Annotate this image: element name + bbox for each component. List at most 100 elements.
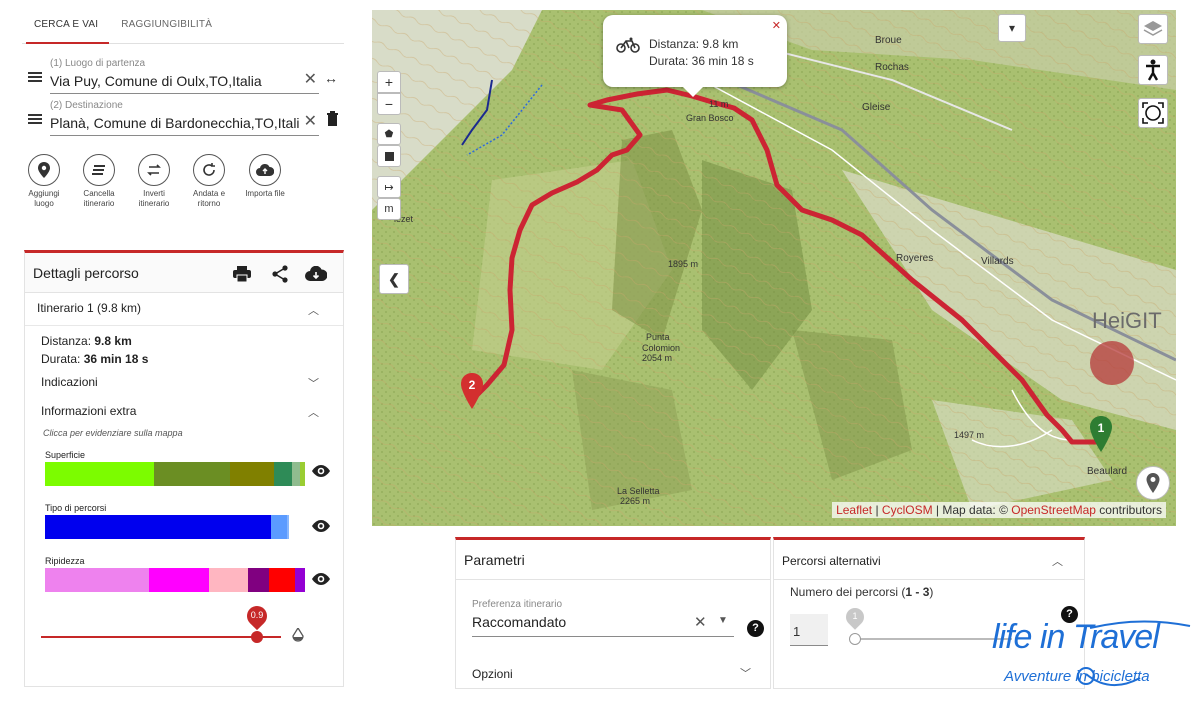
trash-icon[interactable] (326, 110, 339, 129)
fullscreen-button[interactable] (1138, 98, 1168, 128)
slider-track (852, 638, 1012, 640)
swap-locations-icon[interactable]: ↔ (324, 70, 338, 86)
import-file-label: Importa file (245, 189, 285, 198)
openstreetmap-link[interactable]: OpenStreetMap (1011, 503, 1096, 517)
eye-icon[interactable] (311, 572, 331, 592)
round-trip-icon (193, 154, 225, 186)
bar-segment[interactable] (154, 462, 230, 486)
reverse-icon (138, 154, 170, 186)
map-options-button[interactable]: ▾ (998, 14, 1026, 42)
chevron-up-icon[interactable]: ︿ (308, 302, 319, 318)
dropdown-arrow-icon[interactable]: ▼ (718, 615, 728, 626)
chevron-up-icon[interactable]: ︿ (1052, 553, 1063, 569)
chevron-down-icon[interactable]: ﹀ (740, 665, 751, 681)
place-royeres: Royeres (896, 253, 934, 264)
bar-segment[interactable] (208, 568, 248, 592)
route-search-panel: CERCA E VAI RAGGIUNGIBILITÀ (1) Luogo di… (22, 10, 344, 246)
clear-route-button[interactable]: Cancella itinerario (71, 154, 127, 209)
start-location-value[interactable]: Via Puy, Comune di Oulx,TO,Italia (50, 73, 300, 89)
slider-thumb[interactable] (849, 633, 861, 645)
details-header: Dettagli percorso (25, 253, 343, 293)
surface-bar[interactable] (45, 462, 305, 486)
parameters-panel: Parametri Preferenza itinerario Raccoman… (455, 537, 771, 689)
help-icon[interactable]: ? (747, 620, 764, 637)
measure-button[interactable]: ↦ (377, 176, 401, 198)
bar-segment[interactable] (271, 515, 287, 539)
zoom-out-button[interactable]: − (377, 93, 401, 115)
alternative-routes-header[interactable]: Percorsi alternativi ︿ (774, 540, 1084, 580)
route-preference-select[interactable]: Preferenza itinerario Raccomandato ✕ ▼ (472, 599, 734, 637)
clear-preference-icon[interactable]: ✕ (694, 613, 707, 631)
route-actions: Aggiungi luogo Cancella itinerario Inverti… (22, 154, 344, 224)
tab-raggiungibilita[interactable]: RAGGIUNGIBILITÀ (109, 10, 223, 43)
options-label[interactable]: Opzioni (472, 667, 513, 681)
chevron-up-icon[interactable]: ︿ (308, 404, 319, 420)
accessibility-button[interactable] (1138, 55, 1168, 85)
drag-handle-icon[interactable] (28, 72, 42, 82)
my-location-button[interactable] (1136, 466, 1170, 500)
reverse-route-button[interactable]: Inverti itinerario (126, 154, 182, 209)
extra-info-label: Informazioni extra (41, 404, 137, 418)
distance-label: Distanza: (41, 334, 92, 348)
bar-segment[interactable] (45, 462, 155, 486)
steepness-bar-label: Ripidezza (45, 556, 85, 566)
share-icon[interactable] (269, 263, 291, 285)
pentagon-icon: ⬟ (384, 128, 394, 140)
start-marker[interactable]: 1 (1089, 416, 1113, 452)
path-type-bar[interactable] (45, 515, 305, 539)
bar-segment[interactable] (45, 568, 149, 592)
bar-segment[interactable] (247, 568, 269, 592)
start-location-field[interactable]: (1) Luogo di partenza Via Puy, Comune di… (50, 58, 319, 94)
clear-destination-icon[interactable]: ✕ (304, 114, 317, 130)
attribution-sep-1: | (872, 503, 882, 517)
chevron-down-icon[interactable]: ﹀ (308, 375, 319, 391)
distance-row: Distanza: 9.8 km (41, 334, 359, 348)
location-pin-icon (28, 154, 60, 186)
add-place-button[interactable]: Aggiungi luogo (16, 154, 72, 209)
download-cloud-icon[interactable] (305, 263, 327, 285)
layers-button[interactable] (1138, 14, 1168, 44)
directions-label: Indicazioni (41, 375, 98, 389)
route-count-input[interactable]: 1 (790, 614, 828, 646)
smoothing-slider[interactable]: 0.9 (41, 601, 291, 643)
bar-segment[interactable] (45, 515, 272, 539)
drag-handle-icon[interactable] (28, 114, 42, 124)
bar-segment[interactable] (273, 462, 292, 486)
bar-segment[interactable] (286, 515, 290, 539)
draw-polygon-button[interactable]: ⬟ (377, 123, 401, 145)
eye-icon[interactable] (311, 464, 331, 484)
route-count-range: 1 - 3 (905, 585, 930, 599)
bar-segment[interactable] (149, 568, 209, 592)
eye-icon[interactable] (311, 519, 331, 539)
leaflet-link[interactable]: Leaflet (836, 503, 872, 517)
layers-icon (1143, 21, 1163, 36)
map-view[interactable]: Broue Rochas Gleise Royeres Villards Bea… (372, 10, 1176, 526)
destination-value[interactable]: Planà, Comune di Bardonecchia,TO,Italia (50, 115, 300, 131)
draw-rectangle-button[interactable] (377, 145, 401, 167)
close-popup-icon[interactable]: ✕ (772, 19, 781, 32)
steepness-bar[interactable] (45, 568, 305, 592)
person-icon (1146, 59, 1160, 81)
bar-segment[interactable] (229, 462, 274, 486)
bar-segment[interactable] (291, 462, 300, 486)
distance-value: 9.8 km (94, 334, 132, 348)
bar-segment[interactable] (268, 568, 295, 592)
bar-segment[interactable] (299, 462, 305, 486)
end-marker[interactable]: 2 (460, 373, 484, 409)
round-trip-button[interactable]: Andata e ritorno (181, 154, 237, 209)
collapse-sidebar-button[interactable]: ❮ (379, 264, 409, 294)
bar-segment[interactable] (294, 568, 305, 592)
zoom-in-button[interactable]: + (377, 71, 401, 93)
measure-unit-button[interactable]: m (377, 198, 401, 220)
print-icon[interactable] (231, 263, 253, 285)
parameters-header: Parametri (456, 540, 770, 580)
elevation-1895: 1895 m (668, 259, 699, 269)
destination-field[interactable]: (2) Destinazione Planà, Comune di Bardon… (50, 100, 319, 136)
import-file-button[interactable]: Importa file (237, 154, 293, 199)
life-in-travel-logo: life in Travel Avventure in bicicletta (990, 616, 1196, 696)
clear-start-icon[interactable]: ✕ (304, 72, 317, 88)
attribution-sep-2: | Map data: © (932, 503, 1012, 517)
cyclosm-link[interactable]: CyclOSM (882, 503, 933, 517)
tab-cerca-e-vai[interactable]: CERCA E VAI (22, 10, 110, 44)
parameters-title: Parametri (464, 552, 525, 568)
